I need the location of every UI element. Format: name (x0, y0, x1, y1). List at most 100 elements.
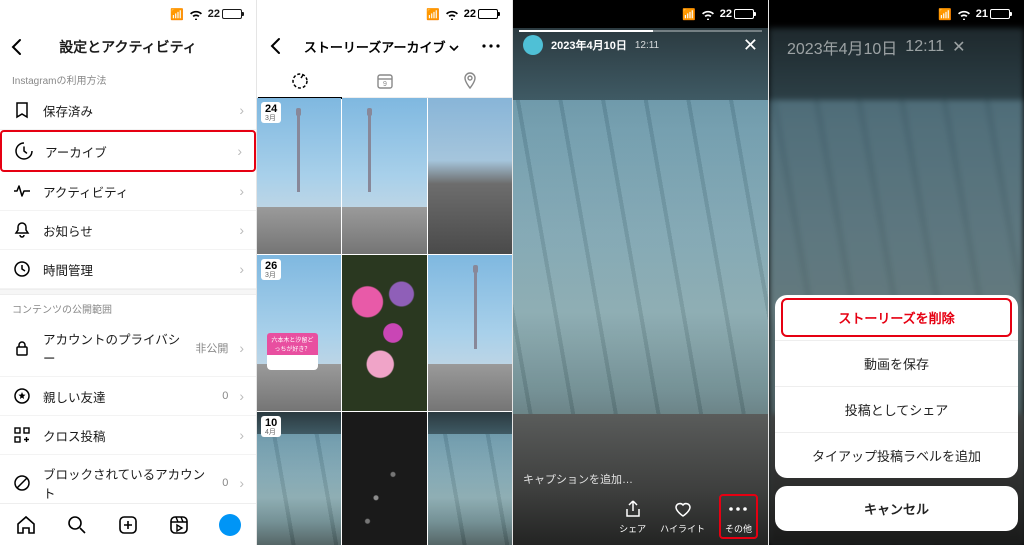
battery-indicator: 21 (976, 8, 1010, 20)
tab-location[interactable] (458, 69, 482, 93)
more-button[interactable]: その他 (719, 494, 758, 539)
story-time: 12:11 (905, 38, 944, 56)
row-notifications[interactable]: お知らせ › (0, 211, 256, 250)
story-view-screen: 📶 22 2023年4月10日 12:11 ✕ キャプションを追加… シェア ハ… (512, 0, 768, 545)
chevron-right-icon: › (239, 261, 244, 277)
header: 設定とアクティビティ (0, 28, 256, 66)
sheet-save-video[interactable]: 動画を保存 (775, 341, 1018, 387)
row-crosspost[interactable]: クロス投稿 › (0, 416, 256, 455)
story-time: 12:11 (635, 40, 659, 51)
signal-icon: 📶 (170, 8, 184, 21)
row-activity[interactable]: アクティビティ › (0, 172, 256, 211)
bookmark-icon (12, 100, 32, 120)
svg-text:9: 9 (383, 81, 387, 88)
status-bar: 📶 22 (513, 0, 768, 28)
row-close-friends[interactable]: 親しい友達 0 › (0, 377, 256, 416)
battery-indicator: 22 (464, 8, 498, 20)
close-button[interactable]: ✕ (952, 37, 965, 57)
story-date: 2023年4月10日 (787, 35, 897, 59)
archive-item[interactable] (342, 412, 426, 545)
date-badge: 263月 (261, 259, 281, 280)
bottom-nav (0, 503, 256, 545)
back-button[interactable] (10, 38, 22, 56)
profile-avatar[interactable] (219, 514, 241, 536)
sheet-delete-story[interactable]: ストーリーズを削除 (775, 295, 1018, 341)
sheet-tieup-label[interactable]: タイアップ投稿ラベルを追加 (775, 433, 1018, 478)
date-badge: 243月 (261, 102, 281, 123)
tab-calendar[interactable]: 9 (373, 69, 397, 93)
archive-grid: 243月 六本木と汐留どっちが好き？ 263月 104月 Stories (257, 98, 512, 545)
status-bar: 📶 21 (769, 0, 1024, 28)
row-time[interactable]: 時間管理 › (0, 250, 256, 289)
chevron-right-icon: › (237, 143, 242, 159)
archive-item[interactable]: Stories (428, 412, 512, 545)
sheet-share-as-post[interactable]: 投稿としてシェア (775, 387, 1018, 433)
highlight-button[interactable]: ハイライト (660, 498, 705, 535)
poll-sticker: 六本木と汐留どっちが好き？ (267, 333, 318, 370)
archive-item[interactable]: 104月 (257, 412, 341, 545)
archive-header: ストーリーズアーカイブ (257, 28, 512, 64)
close-button[interactable]: ✕ (743, 35, 758, 56)
chevron-right-icon: › (239, 340, 244, 356)
archive-item[interactable] (342, 255, 426, 411)
archive-item[interactable] (428, 98, 512, 254)
page-title: 設定とアクティビティ (59, 37, 197, 57)
story-action-sheet-screen: 📶 21 2023年4月10日 12:11 ✕ ストーリーズを削除 動画を保存 … (768, 0, 1024, 545)
chevron-right-icon: › (239, 222, 244, 238)
section-label: Instagramの利用方法 (0, 66, 256, 91)
crosspost-icon (12, 425, 32, 445)
status-bar: 📶 22 (257, 0, 512, 28)
more-icon (727, 498, 749, 520)
story-date: 2023年4月10日 (551, 37, 627, 53)
wifi-icon (189, 9, 203, 20)
wifi-icon (701, 9, 715, 20)
back-button[interactable] (269, 37, 281, 55)
chevron-right-icon: › (239, 183, 244, 199)
status-bar: 📶 22 (0, 0, 256, 28)
home-icon[interactable] (15, 514, 37, 536)
signal-icon: 📶 (682, 8, 696, 21)
chevron-right-icon: › (239, 102, 244, 118)
heart-icon (672, 498, 694, 520)
story-header: 2023年4月10日 12:11 ✕ (769, 34, 1024, 60)
chevron-right-icon: › (239, 388, 244, 404)
activity-icon (12, 181, 32, 201)
archive-item[interactable]: 243月 (257, 98, 341, 254)
archive-icon (14, 141, 34, 161)
section-label: コンテンツの公開範囲 (0, 295, 256, 320)
wifi-icon (957, 9, 971, 20)
bell-icon (12, 220, 32, 240)
search-icon[interactable] (66, 514, 88, 536)
story-header: 2023年4月10日 12:11 ✕ (513, 30, 768, 60)
archive-item[interactable]: 六本木と汐留どっちが好き？ 263月 (257, 255, 341, 411)
battery-indicator: 22 (720, 8, 754, 20)
story-actions: シェア ハイライト その他 (513, 493, 768, 539)
reels-icon[interactable] (168, 514, 190, 536)
more-icon[interactable] (482, 44, 500, 48)
star-circle-icon (12, 386, 32, 406)
date-badge: 104月 (261, 416, 281, 437)
chevron-right-icon: › (239, 475, 244, 491)
battery-indicator: 22 (208, 8, 242, 20)
block-icon (12, 473, 32, 493)
avatar[interactable] (523, 35, 543, 55)
share-icon (622, 498, 644, 520)
lock-icon (12, 338, 32, 358)
tab-reel[interactable] (288, 69, 312, 93)
archive-screen: 📶 22 ストーリーズアーカイブ 9 243月 六本木と汐留どっちが好き？ 26… (256, 0, 512, 545)
share-button[interactable]: シェア (619, 498, 646, 535)
signal-icon: 📶 (938, 8, 952, 21)
row-privacy[interactable]: アカウントのプライバシー 非公開 › (0, 320, 256, 377)
wifi-icon (445, 9, 459, 20)
create-icon[interactable] (117, 514, 139, 536)
caption-input[interactable]: キャプションを追加… (523, 471, 633, 487)
sheet-cancel[interactable]: キャンセル (775, 486, 1018, 531)
settings-screen: 📶 22 設定とアクティビティ Instagramの利用方法 保存済み › アー… (0, 0, 256, 545)
signal-icon: 📶 (426, 8, 440, 21)
row-saved[interactable]: 保存済み › (0, 91, 256, 130)
archive-item[interactable] (428, 255, 512, 411)
clock-icon (12, 259, 32, 279)
archive-item[interactable] (342, 98, 426, 254)
archive-title[interactable]: ストーリーズアーカイブ (304, 37, 459, 56)
row-archive[interactable]: アーカイブ › (0, 130, 256, 172)
